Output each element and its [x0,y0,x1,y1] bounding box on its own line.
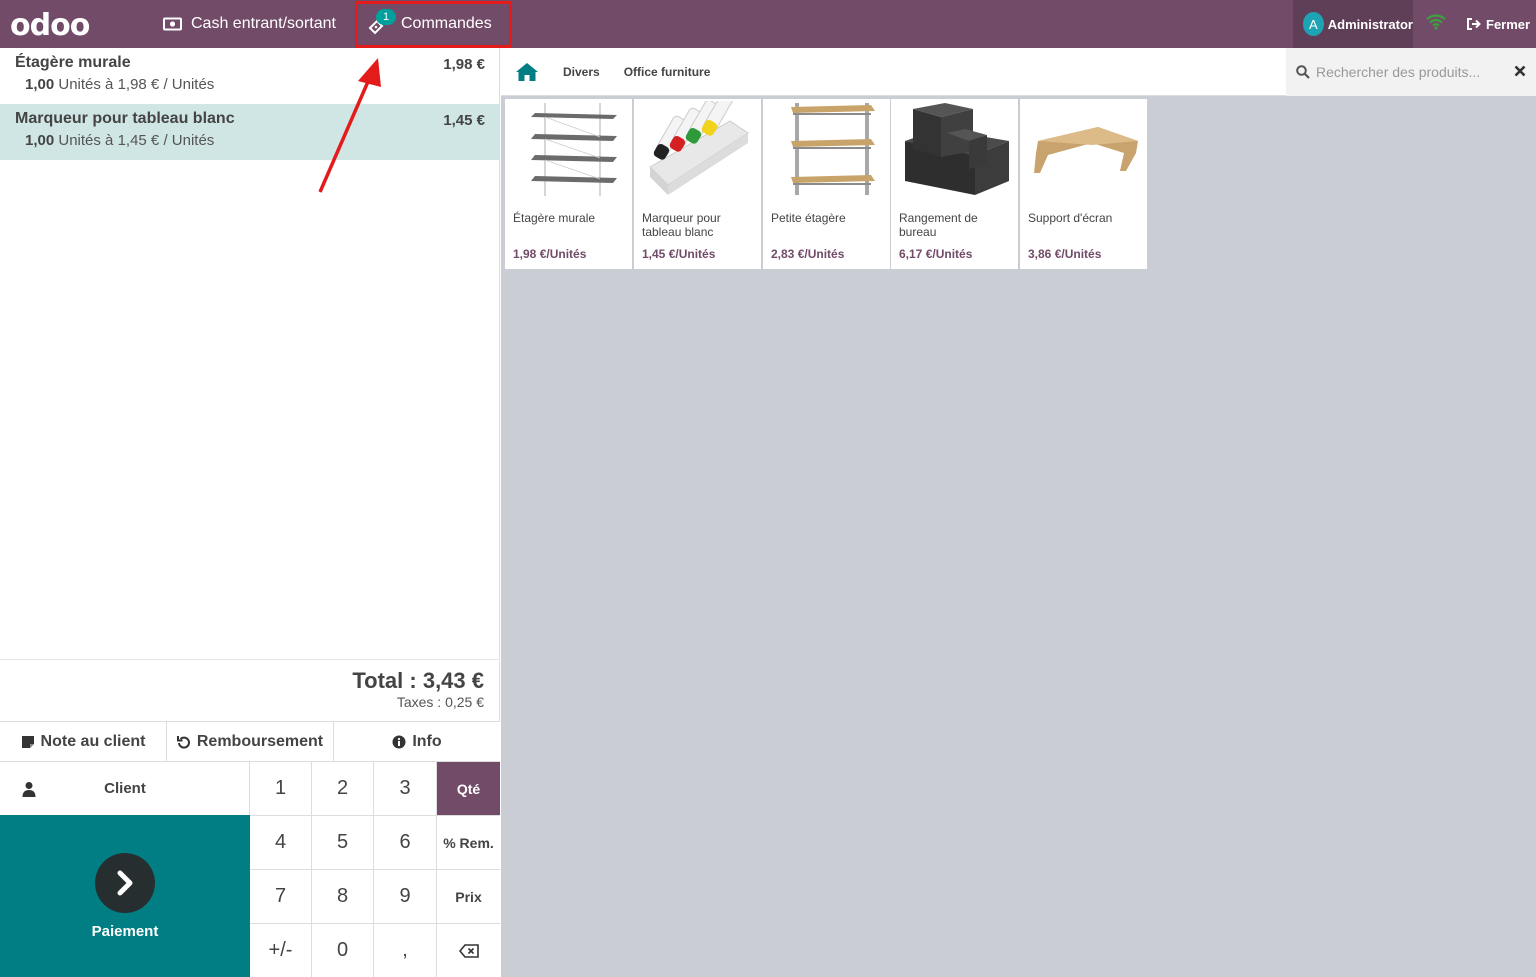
numpad-key-9[interactable]: 9 [374,869,437,923]
product-price: 1,98 €/Unités [513,247,587,261]
search-icon [1296,65,1310,79]
product-image-whiteboard-markers [649,101,749,195]
product-name: Rangement de bureau [899,211,978,239]
order-line-price: 1,45 € [443,112,485,129]
category-office-furniture[interactable]: Office furniture [624,65,711,79]
product-image-monitor-stand [1034,127,1138,173]
order-taxes: Taxes : 0,25 € [396,694,484,710]
customer-label: Client [104,780,146,797]
backspace-icon [458,943,479,958]
undo-icon [176,735,191,749]
product-price: 6,17 €/Unités [899,247,973,261]
numpad-key-7[interactable]: 7 [250,869,312,923]
order-line-selected[interactable]: Marqueur pour tableau blanc 1,45 € 1,00 … [0,104,500,160]
order-line-qty: 1,00 [25,76,55,93]
numpad-key-8[interactable]: 8 [312,869,374,923]
numpad: 1 2 3 Qté 4 5 6 % Rem. 7 8 9 Prix +/- 0 … [250,761,500,977]
order-line-detail: 1,00 Unités à 1,98 € / Unités [25,76,485,93]
order-line-price: 1,98 € [443,56,485,73]
product-price: 2,83 €/Unités [771,247,845,261]
numpad-backspace-button[interactable] [437,923,500,977]
product-name: Petite étagère [771,211,846,225]
product-price: 1,45 €/Unités [642,247,716,261]
product-image-wall-shelf [531,103,617,196]
product-search [1286,48,1536,96]
close-icon[interactable] [1514,65,1526,77]
numpad-key-comma[interactable]: , [374,923,437,977]
annotation-arrow-icon [318,58,381,193]
order-panel: Étagère murale 1,98 € 1,00 Unités à 1,98… [0,48,500,977]
numpad-key-6[interactable]: 6 [374,815,437,869]
product-image-small-shelf [791,103,875,195]
numpad-mode-quantity[interactable]: Qté [437,761,500,815]
avatar: A [1303,12,1324,36]
category-bar: Divers Office furniture [501,48,1286,96]
cash-in-out-label: Cash entrant/sortant [191,15,336,32]
product-name: Étagère murale [513,211,596,225]
product-card[interactable]: Petite étagère 2,83 €/Unités [763,99,890,269]
search-input[interactable] [1316,64,1506,80]
close-label: Fermer [1486,16,1531,32]
product-price: 3,86 €/Unités [1028,247,1102,261]
refund-button[interactable]: Remboursement [167,722,334,762]
orders-label: Commandes [401,15,492,32]
product-image-desk-organizer [905,103,1009,195]
payment-button[interactable]: Paiement [0,815,250,977]
refund-label: Remboursement [196,733,324,750]
orders-count-badge: 1 [376,9,396,25]
numpad-key-4[interactable]: 4 [250,815,312,869]
product-card[interactable]: Marqueur pour tableau blanc 1,45 €/Unité… [634,99,761,269]
cash-in-out-button[interactable]: Cash entrant/sortant [163,0,336,48]
info-icon [392,735,406,749]
order-line-name: Étagère murale [15,54,131,71]
product-card[interactable]: Support d'écran 3,86 €/Unités [1020,99,1147,269]
close-session-button[interactable]: Fermer [1466,0,1530,48]
order-line-detail: 1,00 Unités à 1,45 € / Unités [25,132,485,149]
top-bar: odoo Cash entrant/sortant Commandes 1 A … [0,0,1536,48]
numpad-key-3[interactable]: 3 [374,761,437,815]
customer-note-button[interactable]: Note au client [0,722,167,762]
info-label: Info [412,733,442,750]
chevron-right-icon [95,853,155,913]
control-buttons: Note au client Remboursement Info [0,721,500,762]
user-menu[interactable]: A Administrator [1293,0,1413,48]
money-icon [163,17,182,31]
category-divers[interactable]: Divers [563,65,600,79]
order-line-unit: Unités à 1,45 € / Unités [58,132,215,149]
numpad-mode-price[interactable]: Prix [437,869,500,923]
customer-note-label: Note au client [40,733,146,750]
order-line-unit: Unités à 1,98 € / Unités [58,76,215,93]
numpad-mode-discount[interactable]: % Rem. [437,815,500,869]
product-name: Marqueur pour tableau blanc [642,211,721,239]
products-panel: Divers Office furniture Étagère murale 1… [501,48,1536,977]
numpad-key-plus-minus[interactable]: +/- [250,923,312,977]
product-card[interactable]: Rangement de bureau 6,17 €/Unités [891,99,1018,269]
sign-out-icon [1466,17,1482,31]
numpad-key-0[interactable]: 0 [312,923,374,977]
order-line-qty: 1,00 [25,132,55,149]
order-line[interactable]: Étagère murale 1,98 € 1,00 Unités à 1,98… [0,48,500,104]
note-icon [21,735,35,749]
home-icon[interactable] [515,62,539,82]
numpad-key-2[interactable]: 2 [312,761,374,815]
user-name: Administrator [1327,16,1413,32]
product-card[interactable]: Étagère murale 1,98 €/Unités [505,99,632,269]
numpad-key-1[interactable]: 1 [250,761,312,815]
payment-label: Paiement [91,923,159,940]
odoo-logo: odoo [10,8,90,43]
numpad-key-5[interactable]: 5 [312,815,374,869]
order-summary: Total : 3,43 € Taxes : 0,25 € [0,659,500,721]
product-name: Support d'écran [1028,211,1113,225]
customer-button[interactable]: Client [0,761,250,815]
info-button[interactable]: Info [334,722,500,762]
order-total: Total : 3,43 € [352,668,484,693]
wifi-icon [1426,14,1446,35]
order-line-name: Marqueur pour tableau blanc [15,110,235,127]
